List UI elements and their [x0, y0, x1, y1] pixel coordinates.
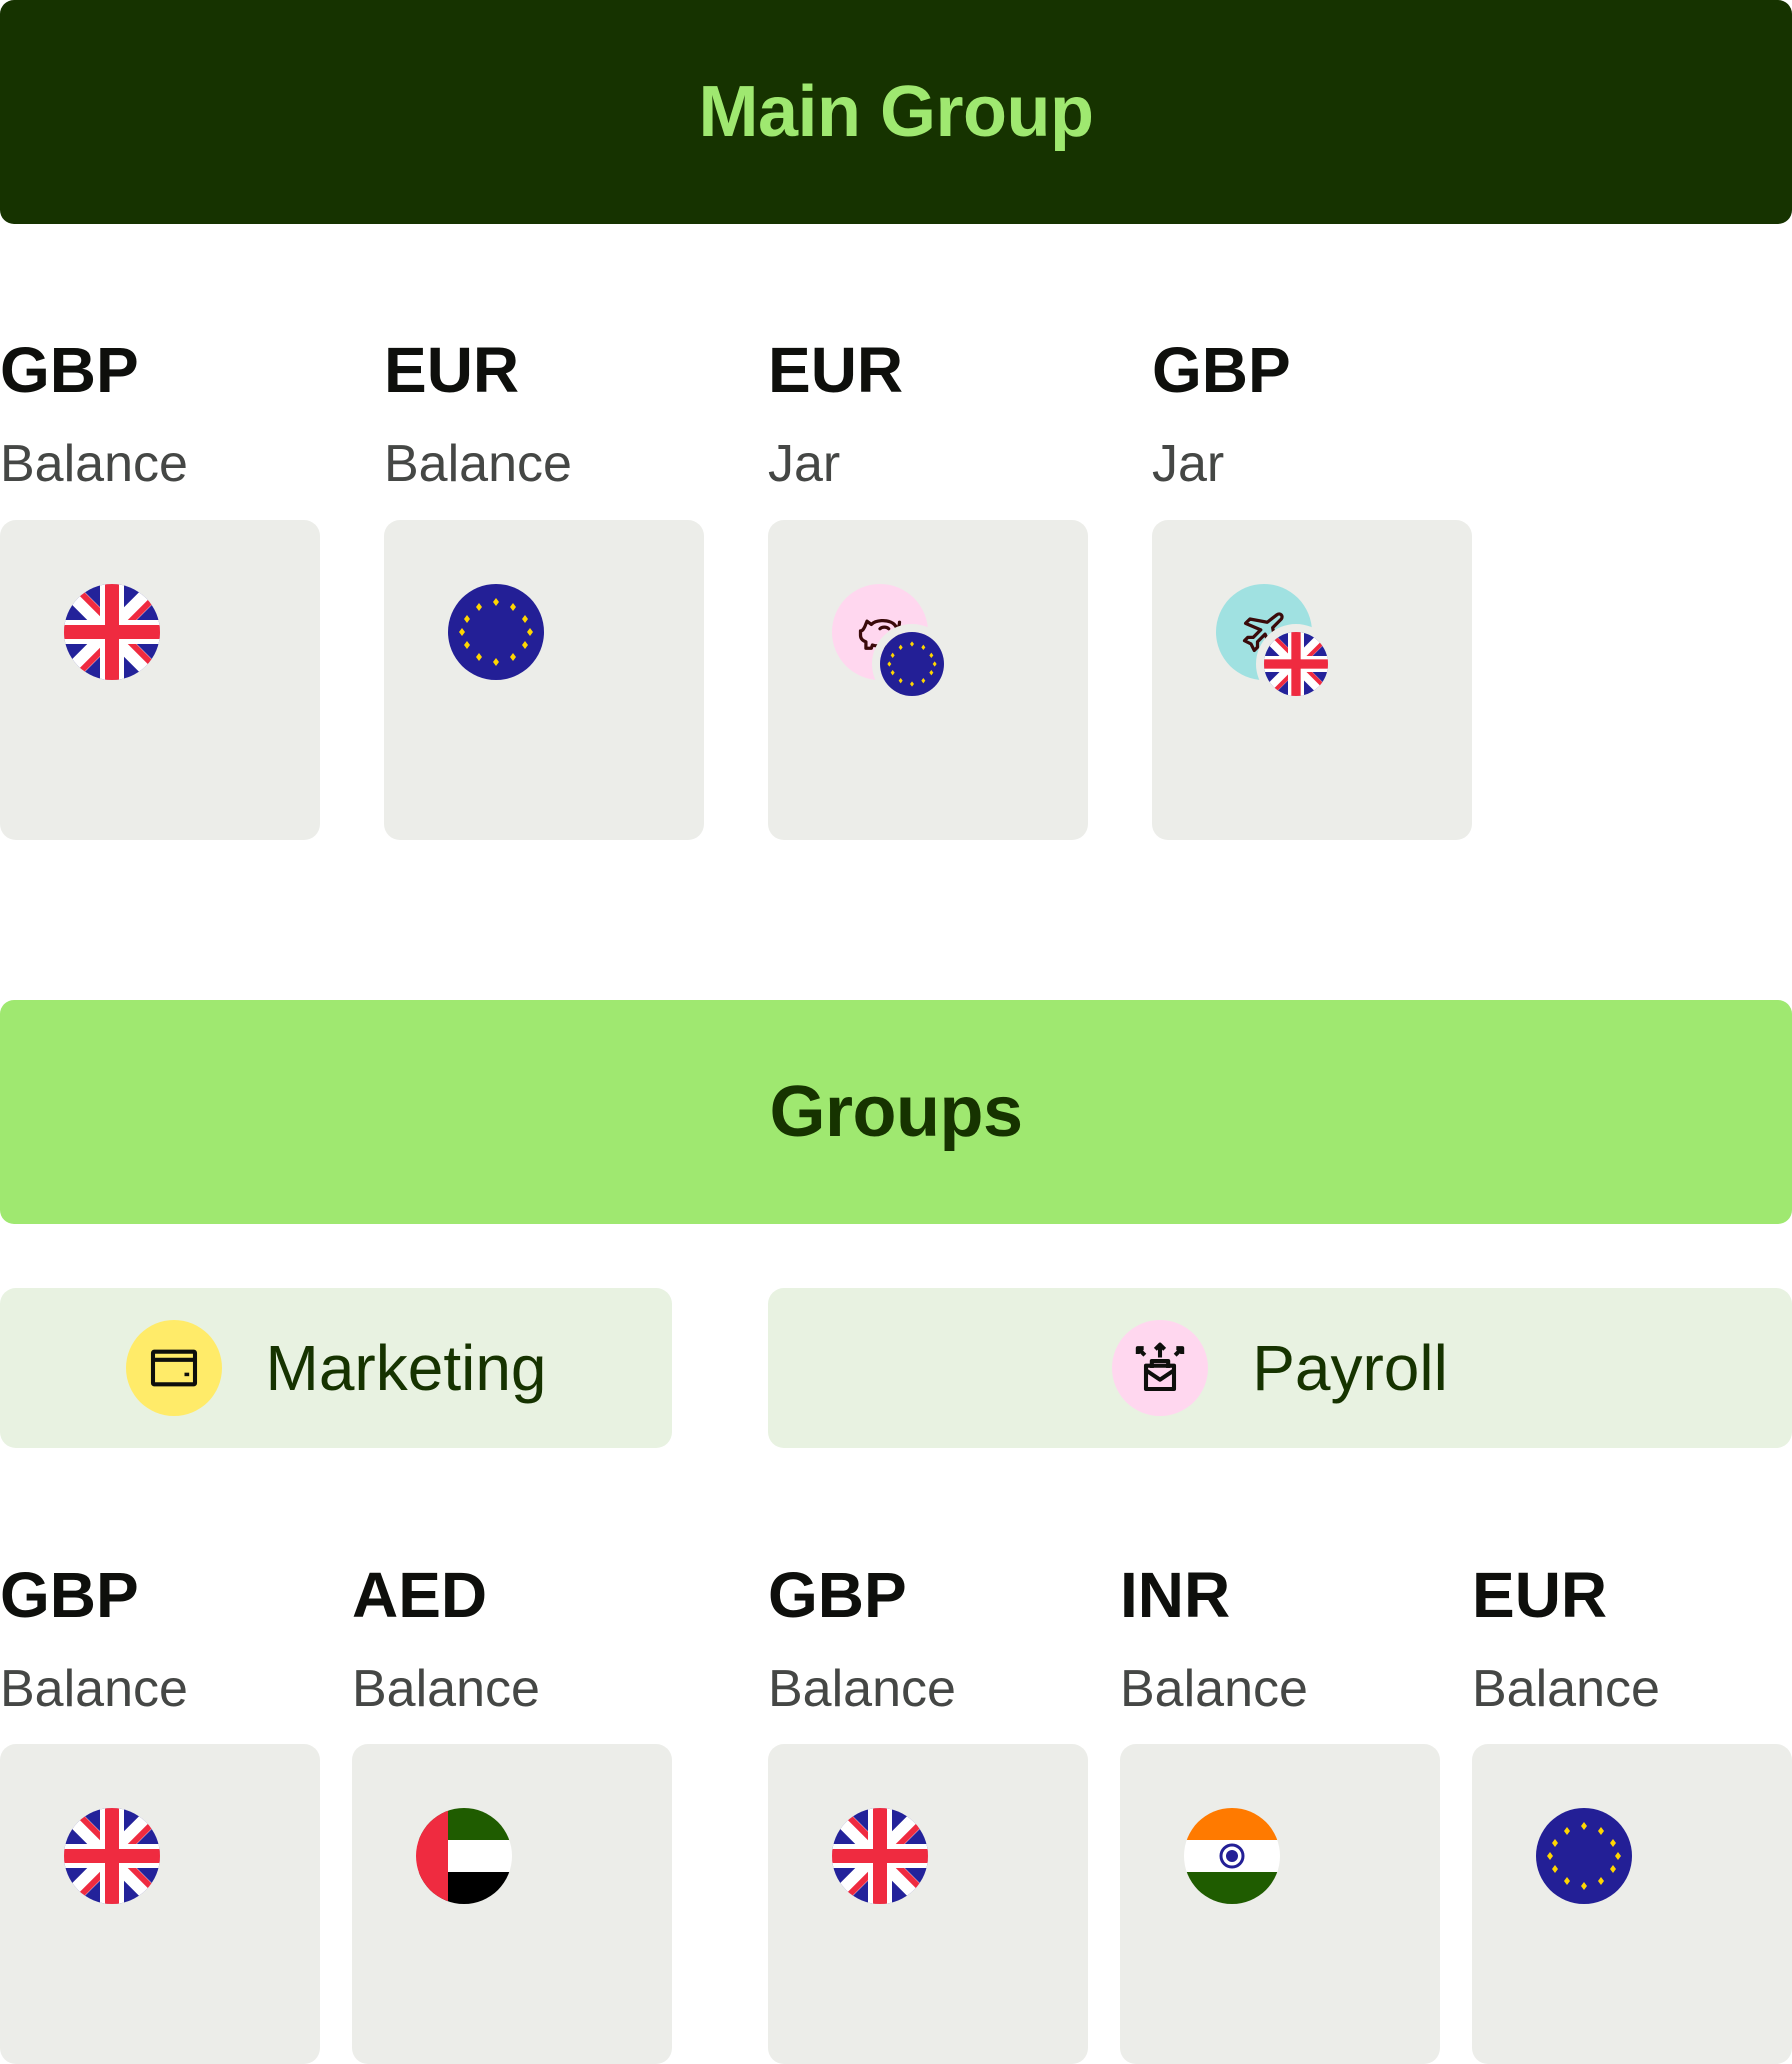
account-currency: GBP: [768, 1559, 907, 1631]
uk-flag-icon: [832, 1808, 928, 1904]
account-card[interactable]: [0, 520, 320, 840]
groups-title: Groups: [769, 1072, 1023, 1152]
account-currency: EUR: [384, 334, 520, 406]
account-currency: INR: [1120, 1559, 1231, 1631]
group-name: Marketing: [265, 1332, 547, 1404]
account-card[interactable]: [352, 1744, 672, 2064]
account-card[interactable]: [1472, 1744, 1792, 2064]
group-name: Payroll: [1252, 1332, 1448, 1404]
account-currency: GBP: [1152, 334, 1291, 406]
account-type: Balance: [0, 1660, 188, 1718]
uk-flag-icon: [64, 584, 160, 680]
account-currency: EUR: [1472, 1559, 1608, 1631]
india-flag-icon: [1184, 1808, 1280, 1904]
account-type: Balance: [1120, 1660, 1308, 1718]
uk-flag-icon: [1256, 624, 1336, 704]
account-card[interactable]: [384, 520, 704, 840]
account-type: Balance: [1472, 1660, 1660, 1718]
account-type: Jar: [768, 435, 841, 493]
account-card[interactable]: [1152, 520, 1472, 840]
groups-header: Groups: [0, 1000, 1792, 1224]
account-currency: AED: [352, 1559, 488, 1631]
account-card[interactable]: [0, 1744, 320, 2064]
account-currency: GBP: [0, 334, 139, 406]
account-type: Balance: [768, 1660, 956, 1718]
account-type: Jar: [1152, 435, 1225, 493]
account-card[interactable]: [1120, 1744, 1440, 2064]
uae-flag-icon: [416, 1808, 512, 1904]
main-group-header: Main Group: [0, 0, 1792, 224]
account-card[interactable]: [768, 520, 1088, 840]
account-card[interactable]: [768, 1744, 1088, 2064]
account-currency: EUR: [768, 334, 904, 406]
main-group-title: Main Group: [698, 72, 1094, 152]
eu-flag-icon: [872, 624, 952, 704]
card-icon: [125, 1320, 222, 1416]
send-envelope-icon: [1112, 1320, 1209, 1416]
eu-flag-icon: [448, 584, 544, 680]
group-payroll[interactable]: Payroll: [768, 1288, 1792, 1448]
account-type: Balance: [0, 435, 188, 493]
group-marketing[interactable]: Marketing: [0, 1288, 672, 1448]
uk-flag-icon: [64, 1808, 160, 1904]
account-type: Balance: [352, 1660, 540, 1718]
account-currency: GBP: [0, 1559, 139, 1631]
eu-flag-icon: [1536, 1808, 1632, 1904]
account-type: Balance: [384, 435, 572, 493]
